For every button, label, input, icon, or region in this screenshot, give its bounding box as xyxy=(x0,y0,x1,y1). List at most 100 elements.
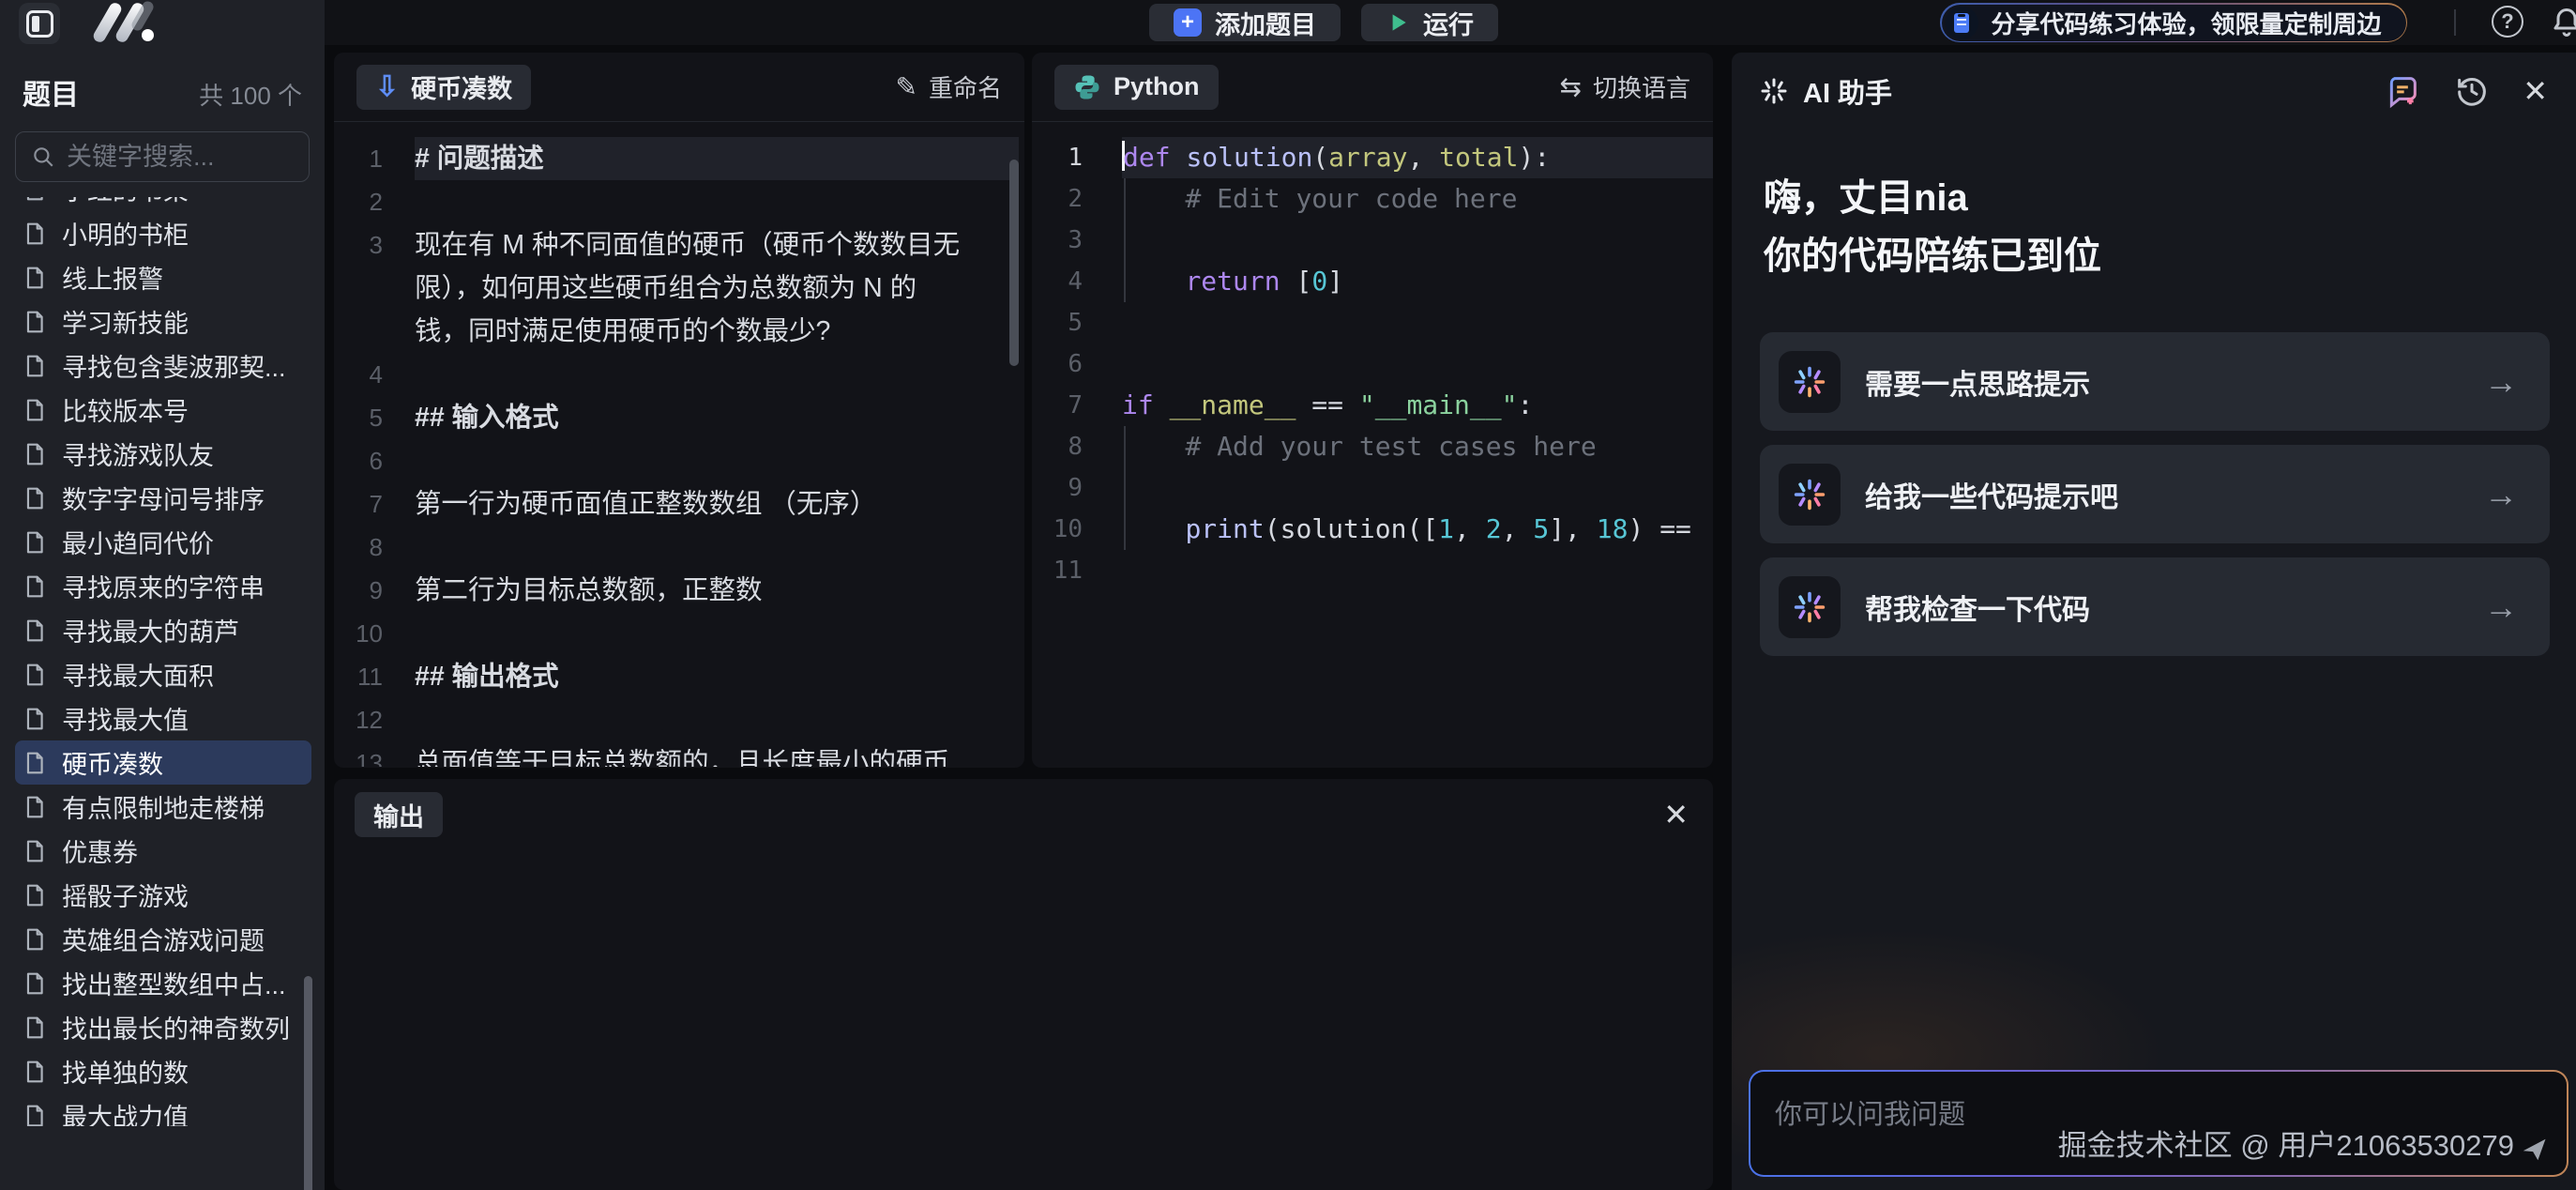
arrow-right-icon: → xyxy=(2484,475,2518,514)
list-item[interactable]: 比较版本号 xyxy=(15,388,311,432)
list-item[interactable]: 英雄组合游戏问题 xyxy=(15,917,311,961)
ai-input-placeholder: 你可以问我问题 xyxy=(1775,1092,1965,1132)
ai-suggestion-card[interactable]: 需要一点思路提示 → xyxy=(1760,332,2550,431)
new-chat-icon[interactable] xyxy=(2384,72,2421,110)
line-content xyxy=(415,526,1024,569)
editor-line[interactable]: 10 xyxy=(334,612,1024,655)
rename-button[interactable]: ✎ 重命名 xyxy=(896,69,1002,104)
editor-line[interactable]: 7 if __name__ == "__main__": xyxy=(1032,385,1713,426)
list-item-label: 寻找游戏队友 xyxy=(62,435,214,472)
line-number: 2 xyxy=(334,180,415,223)
list-item[interactable]: 寻找原来的字符串 xyxy=(15,564,311,608)
language-tab[interactable]: Python xyxy=(1054,65,1219,110)
share-promo-banner[interactable]: 分享代码练习体验，领限量定制周边 xyxy=(1940,3,2407,42)
editor-line[interactable]: 3 xyxy=(1032,220,1713,261)
list-item[interactable]: 线上报警 xyxy=(15,255,311,299)
list-item[interactable]: 找单独的数 xyxy=(15,1049,311,1093)
markdown-editor[interactable]: 1 # 问题描述 2 3 现在有 M 种不同面值的硬币（硬币个数数目无限），如何… xyxy=(334,122,1024,767)
suggestion-label: 帮我检查一下代码 xyxy=(1865,587,2460,628)
line-content: # 问题描述 xyxy=(415,137,1024,180)
close-ai-panel-icon[interactable]: ✕ xyxy=(2523,76,2548,106)
list-item[interactable]: 小红的书架 xyxy=(15,197,311,211)
editor-line[interactable]: 6 xyxy=(334,439,1024,482)
list-item[interactable]: 摇骰子游戏 xyxy=(15,873,311,917)
app-logo[interactable] xyxy=(94,4,159,43)
ai-suggestion-card[interactable]: 帮我检查一下代码 → xyxy=(1760,557,2550,656)
search-box[interactable] xyxy=(15,131,310,182)
editor-line[interactable]: 9 第二行为目标总数额，正整数 xyxy=(334,569,1024,612)
list-item[interactable]: 小明的书柜 xyxy=(15,211,311,255)
search-input[interactable] xyxy=(67,143,294,172)
code-editor[interactable]: 1 def solution(array, total): 2 # Edit y… xyxy=(1032,122,1713,767)
document-icon xyxy=(23,442,47,466)
editor-line[interactable]: 5 xyxy=(1032,302,1713,343)
editor-line[interactable]: 7 第一行为硬币面值正整数数组 （无序） xyxy=(334,482,1024,526)
notification-bell-icon[interactable] xyxy=(2550,6,2576,39)
ai-question-input[interactable]: 你可以问我问题 掘金技术社区 @ 用户21063530279 xyxy=(1750,1072,2567,1175)
sidebar-scrollbar[interactable] xyxy=(304,976,312,1190)
line-number: 6 xyxy=(334,439,415,482)
list-item-label: 比较版本号 xyxy=(62,391,189,428)
list-item[interactable]: 寻找最大的葫芦 xyxy=(15,608,311,652)
list-item[interactable]: 寻找包含斐波那契... xyxy=(15,343,311,388)
help-icon[interactable]: ? xyxy=(2492,6,2523,38)
run-button[interactable]: 运行 xyxy=(1361,4,1498,41)
editor-line[interactable]: 2 xyxy=(334,180,1024,223)
greeting-line-2: 你的代码陪练已到位 xyxy=(1764,227,2544,285)
sidebar-toggle-button[interactable] xyxy=(19,3,60,44)
editor-line[interactable]: 1 def solution(array, total): xyxy=(1032,137,1713,178)
editor-line[interactable]: 6 xyxy=(1032,343,1713,385)
line-number: 8 xyxy=(1032,426,1122,467)
editor-line[interactable]: 13 总面值等于目标总数额的，且长度最小的硬币组 xyxy=(334,741,1024,767)
line-number: 6 xyxy=(1032,343,1122,385)
list-item-label: 找出整型数组中占... xyxy=(62,965,286,1001)
line-content: ## 输入格式 xyxy=(415,396,1024,439)
list-item[interactable]: 最大战力值 xyxy=(15,1093,311,1126)
line-content: print(solution([1, 2, 5], 18) == xyxy=(1122,509,1713,550)
editor-line[interactable]: 4 return [0] xyxy=(1032,261,1713,302)
problem-tab[interactable]: ⇩ 硬币凑数 xyxy=(356,65,531,110)
history-icon[interactable] xyxy=(2453,72,2491,110)
arrow-down-icon: ⇩ xyxy=(375,73,399,101)
editor-line[interactable]: 2 # Edit your code here xyxy=(1032,178,1713,220)
close-output-icon[interactable]: ✕ xyxy=(1663,800,1689,830)
switch-language-button[interactable]: ⇆ 切换语言 xyxy=(1560,69,1690,104)
editor-line[interactable]: 12 xyxy=(334,698,1024,741)
editor-line[interactable]: 3 现在有 M 种不同面值的硬币（硬币个数数目无限），如何用这些硬币组合为总数额… xyxy=(334,223,1024,353)
editor-line[interactable]: 4 xyxy=(334,353,1024,396)
list-item[interactable]: 找出整型数组中占... xyxy=(15,961,311,1005)
editor-line[interactable]: 8 # Add your test cases here xyxy=(1032,426,1713,467)
search-icon xyxy=(31,145,55,169)
paper-plane-icon xyxy=(2520,1136,2548,1164)
ai-greeting: 嗨，丈目nia 你的代码陪练已到位 xyxy=(1732,130,2576,285)
document-icon xyxy=(23,795,47,819)
sparkle-icon xyxy=(1760,77,1788,105)
list-item[interactable]: 找出最长的神奇数列 xyxy=(15,1005,311,1049)
line-number: 3 xyxy=(334,223,415,353)
sparkle-icon xyxy=(1793,590,1826,624)
ai-suggestion-card[interactable]: 给我一些代码提示吧 → xyxy=(1760,445,2550,543)
list-item[interactable]: 数字字母问号排序 xyxy=(15,476,311,520)
list-item[interactable]: 寻找游戏队友 xyxy=(15,432,311,476)
editor-line[interactable]: 5 ## 输入格式 xyxy=(334,396,1024,439)
list-item[interactable]: 寻找最大值 xyxy=(15,696,311,740)
list-item[interactable]: 寻找最大面积 xyxy=(15,652,311,696)
editor-line[interactable]: 1 # 问题描述 xyxy=(334,137,1024,180)
swap-arrows-icon: ⇆ xyxy=(1560,74,1582,100)
add-problem-button[interactable]: + 添加题目 xyxy=(1149,4,1341,41)
editor-line[interactable]: 11 ## 输出格式 xyxy=(334,655,1024,698)
list-item[interactable]: 最小趋同代价 xyxy=(15,520,311,564)
editor-line[interactable]: 8 xyxy=(334,526,1024,569)
editor-line[interactable]: 10 print(solution([1, 2, 5], 18) == xyxy=(1032,509,1713,550)
list-item[interactable]: 优惠券 xyxy=(15,829,311,873)
sparkle-tile xyxy=(1779,464,1841,526)
editor-line[interactable]: 11 xyxy=(1032,550,1713,591)
line-content: ## 输出格式 xyxy=(415,655,1024,698)
document-icon xyxy=(23,663,47,687)
line-content: def solution(array, total): xyxy=(1122,137,1713,178)
editor-line[interactable]: 9 xyxy=(1032,467,1713,509)
list-item[interactable]: 有点限制地走楼梯 xyxy=(15,785,311,829)
output-tab[interactable]: 输出 xyxy=(355,792,443,837)
list-item[interactable]: 硬币凑数 xyxy=(15,740,311,785)
list-item[interactable]: 学习新技能 xyxy=(15,299,311,343)
